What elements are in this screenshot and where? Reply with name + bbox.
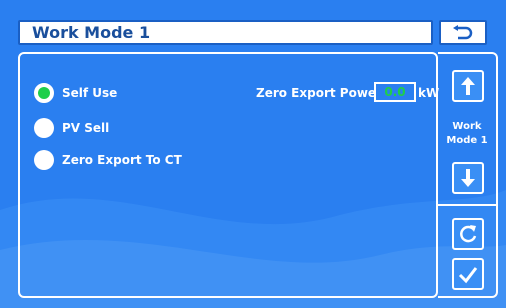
refresh-button[interactable] [452, 218, 484, 250]
arrow-up-icon [461, 77, 475, 95]
mode-label-line2: Mode 1 [446, 135, 488, 146]
page-down-button[interactable] [452, 162, 484, 194]
option-self-use[interactable]: Self Use [34, 83, 117, 103]
option-label: Zero Export To CT [62, 153, 182, 167]
check-icon [458, 267, 478, 284]
side-divider [438, 204, 496, 206]
option-label: PV Sell [62, 121, 110, 135]
zero-export-unit: kW [418, 86, 440, 100]
return-arrow-icon [453, 24, 473, 39]
radio-selected[interactable] [34, 83, 54, 103]
option-pv-sell[interactable]: PV Sell [34, 118, 109, 138]
title-bar: Work Mode 1 [18, 20, 433, 45]
refresh-icon [460, 225, 477, 243]
page-title: Work Mode 1 [32, 23, 151, 42]
option-label: Self Use [62, 86, 118, 100]
radio-unselected[interactable] [34, 150, 54, 170]
option-zero-export-to-ct[interactable]: Zero Export To CT [34, 150, 182, 170]
zero-export-label: Zero Export Power: [256, 86, 387, 100]
back-button[interactable] [439, 20, 487, 45]
arrow-down-icon [461, 169, 475, 187]
side-panel: Work Mode 1 [438, 52, 498, 298]
mode-label-line1: Work [452, 121, 482, 132]
page-up-button[interactable] [452, 70, 484, 102]
mode-indicator: Work Mode 1 [438, 120, 496, 148]
radio-unselected[interactable] [34, 118, 54, 138]
zero-export-power-input[interactable]: 0.0 [374, 82, 416, 102]
confirm-button[interactable] [452, 258, 484, 290]
mode-options-panel: Self Use PV Sell Zero Export To CT Zero … [18, 52, 440, 298]
